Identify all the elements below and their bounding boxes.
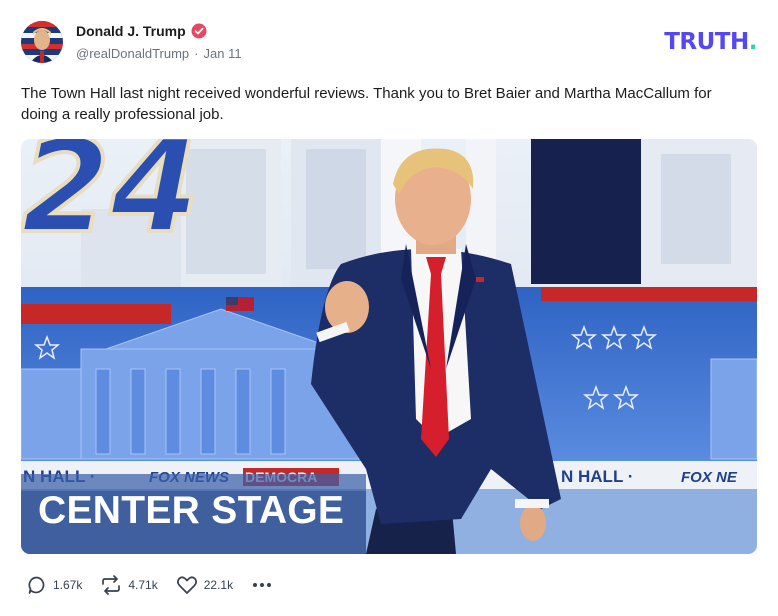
verified-badge-icon (191, 23, 207, 39)
logo-dot: . (748, 29, 758, 55)
avatar[interactable] (21, 21, 63, 63)
reply-button[interactable]: 1.67k (27, 575, 82, 595)
post-image[interactable]: 24 N HALL · FOX NE CENTER STAGE (21, 139, 757, 554)
banner-number: 24 (21, 139, 199, 262)
retruth-icon (102, 575, 121, 595)
post-card: Donald J. Trump @realDonaldTrump · Jan 1… (0, 0, 778, 616)
post-date[interactable]: Jan 11 (204, 46, 242, 61)
heart-icon (176, 576, 197, 594)
avatar-image (21, 21, 63, 63)
retruth-count: 4.71k (128, 578, 158, 592)
truth-logo[interactable]: TRUTH. (664, 29, 757, 55)
like-count: 22.1k (203, 578, 234, 592)
author-display-name[interactable]: Donald J. Trump (76, 23, 186, 39)
lower-third-right: N HALL · (561, 467, 633, 486)
center-stage-caption: CENTER STAGE (38, 489, 345, 532)
post-text: The Town Hall last night received wonder… (21, 85, 712, 123)
author-name-row: Donald J. Trump (76, 23, 207, 39)
like-button[interactable]: 22.1k (176, 575, 233, 595)
post-actions: 1.67k 4.71k 22.1k (27, 575, 273, 595)
author-meta: @realDonaldTrump · Jan 11 (76, 46, 242, 61)
reply-count: 1.67k (53, 578, 83, 592)
logo-text: TRUTH (664, 29, 749, 55)
author-handle[interactable]: @realDonaldTrump (76, 46, 189, 61)
ellipsis-dot (267, 583, 272, 587)
lower-third-right-logo: FOX NE (681, 469, 738, 486)
ellipsis-dot (260, 583, 265, 587)
reply-icon (28, 576, 45, 594)
more-options-button[interactable] (251, 579, 273, 591)
retruth-button[interactable]: 4.71k (100, 575, 158, 595)
meta-separator: · (194, 46, 199, 61)
ellipsis-dot (253, 583, 258, 587)
